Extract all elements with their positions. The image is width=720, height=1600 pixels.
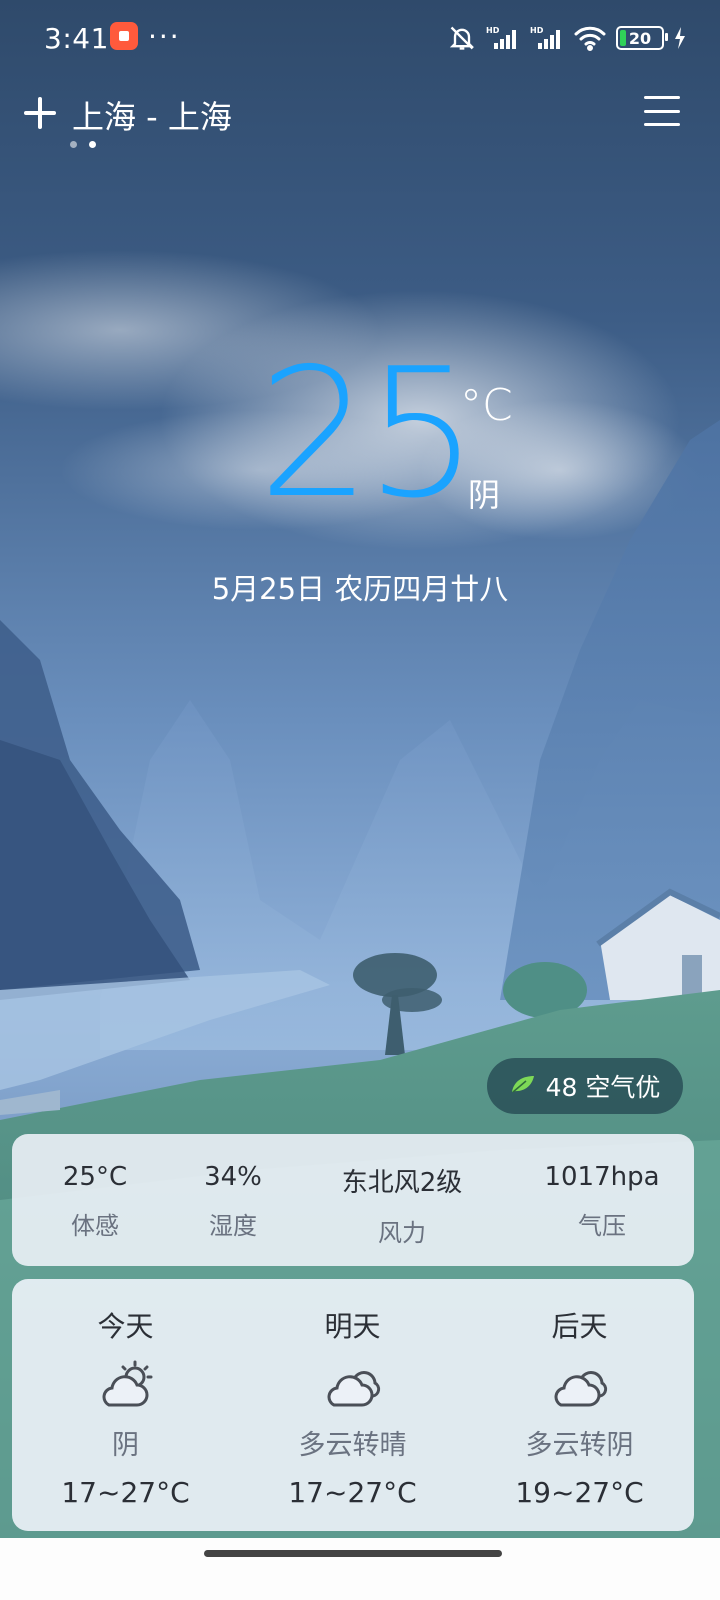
detail-wind: 东北风2级 风力 xyxy=(322,1162,482,1248)
status-time: 3:41 xyxy=(44,22,109,55)
navigation-bar xyxy=(0,1538,720,1600)
cloudy-icon xyxy=(327,1371,380,1407)
detail-humidity: 34% 湿度 xyxy=(178,1162,288,1241)
app-notification-icon xyxy=(110,22,138,50)
status-bar: 3:41 ··· HD HD 20 xyxy=(0,0,720,78)
page-dot-active xyxy=(89,141,96,148)
forecast-desc: 多云转晴 xyxy=(298,1430,407,1461)
leaf-icon xyxy=(510,1074,536,1098)
air-quality-badge[interactable]: 48 空气优 xyxy=(487,1058,683,1114)
weather-details-card: 25°C 体感 34% 湿度 东北风2级 风力 1017hpa 气压 xyxy=(12,1134,694,1266)
forecast-day-name: 今天 xyxy=(97,1310,154,1343)
forecast-day-name: 后天 xyxy=(551,1310,608,1343)
detail-pressure: 1017hpa 气压 xyxy=(532,1162,672,1241)
menu-icon-line xyxy=(644,109,680,113)
svg-text:HD: HD xyxy=(486,26,500,35)
battery-icon: 20 xyxy=(616,26,668,50)
forecast-range: 17~27°C xyxy=(61,1476,190,1509)
forecast-range: 17~27°C xyxy=(288,1476,417,1509)
city-title[interactable]: 上海 - 上海 xyxy=(72,92,232,138)
menu-icon-line xyxy=(644,123,680,126)
forecast-desc: 阴 xyxy=(112,1430,139,1461)
svg-text:HD: HD xyxy=(530,26,544,35)
more-notifications-icon: ··· xyxy=(148,20,181,53)
forecast-range: 19~27°C xyxy=(515,1476,644,1509)
detail-label: 风力 xyxy=(378,1219,426,1247)
signal-hd-icon: HD xyxy=(530,25,564,51)
detail-value: 34% xyxy=(204,1162,262,1192)
detail-value: 25°C xyxy=(62,1162,128,1192)
forecast-card: 今天 阴 17~27°C 明天 多云转晴 17~27°C 后天 多云转阴 19~… xyxy=(12,1279,694,1531)
detail-value: 1017hpa xyxy=(544,1162,660,1192)
forecast-tomorrow[interactable]: 明天 多云转晴 17~27°C xyxy=(239,1305,466,1509)
status-icons: HD HD 20 xyxy=(448,18,686,58)
cloud-sun-icon xyxy=(102,1360,152,1407)
forecast-day-name: 明天 xyxy=(324,1310,381,1343)
battery-level: 20 xyxy=(628,28,652,48)
detail-value: 东北风2级 xyxy=(341,1168,463,1198)
detail-label: 气压 xyxy=(578,1212,626,1240)
date-lunar: 5月25日 农历四月廿八 xyxy=(211,572,509,606)
menu-button[interactable] xyxy=(644,96,680,126)
home-indicator[interactable] xyxy=(204,1550,502,1557)
detail-label: 体感 xyxy=(71,1212,119,1240)
detail-label: 湿度 xyxy=(209,1212,257,1240)
menu-icon-line xyxy=(644,96,680,99)
current-temperature: 25 xyxy=(258,330,478,537)
temperature-unit: °C xyxy=(460,380,513,431)
page-indicator xyxy=(70,141,96,148)
wifi-icon xyxy=(574,25,606,51)
bell-off-icon xyxy=(448,24,476,52)
cloudy-icon xyxy=(554,1371,607,1407)
page-dot xyxy=(70,141,77,148)
detail-feels-like: 25°C 体感 xyxy=(40,1162,150,1241)
forecast-desc: 多云转阴 xyxy=(525,1430,634,1461)
air-quality-text: 48 空气优 xyxy=(545,1073,661,1102)
charging-icon xyxy=(674,27,686,49)
forecast-today[interactable]: 今天 阴 17~27°C xyxy=(12,1305,239,1509)
signal-hd-icon: HD xyxy=(486,25,520,51)
forecast-day-after[interactable]: 后天 多云转阴 19~27°C xyxy=(466,1305,693,1509)
current-condition: 阴 xyxy=(468,476,501,514)
add-city-button[interactable] xyxy=(22,95,58,131)
